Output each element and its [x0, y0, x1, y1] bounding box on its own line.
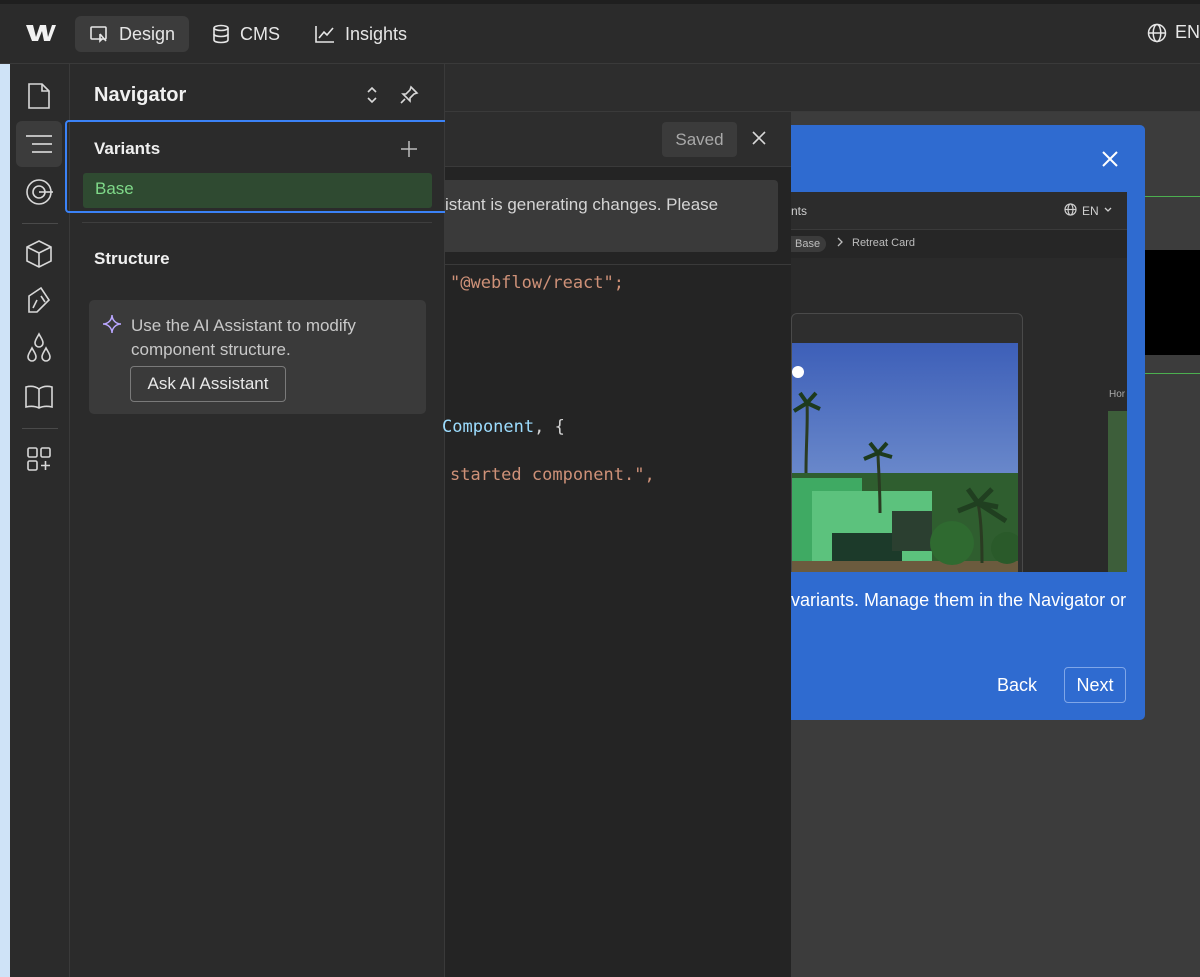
navigator-title: Navigator: [94, 84, 187, 106]
top-bar: Design CMS Insights EN: [0, 0, 1200, 64]
saved-status-badge: Saved: [662, 122, 737, 157]
webflow-logo-icon[interactable]: [25, 22, 57, 44]
villa-photo: [792, 343, 1018, 572]
left-rail: [0, 64, 70, 977]
preview-side-label: Hor: [1109, 389, 1126, 400]
preview-topbar: nts EN: [791, 192, 1127, 230]
tab-insights[interactable]: Insights: [301, 16, 421, 52]
globe-icon: [1147, 23, 1167, 43]
rail-divider: [22, 223, 58, 224]
expand-collapse-icon[interactable]: [365, 85, 379, 105]
ai-assistant-card: Use the AI Assistant to modify component…: [89, 300, 426, 414]
preview-chevron-down-icon: [1104, 207, 1112, 213]
pin-icon[interactable]: [399, 85, 419, 105]
preview-breadcrumb: Base Retreat Card: [791, 230, 1127, 258]
tab-cms-label: CMS: [240, 23, 280, 44]
top-edge: [0, 0, 1200, 4]
code-type: Component: [442, 417, 535, 437]
ask-ai-assistant-button[interactable]: Ask AI Assistant: [130, 366, 286, 402]
preview-crumb-badge: Base: [791, 236, 827, 252]
language-label: EN: [1175, 22, 1200, 42]
styles-icon[interactable]: [16, 278, 62, 324]
preview-top-text: nts: [791, 204, 808, 218]
preview-card-frame: [791, 313, 1023, 572]
structure-title: Structure: [94, 249, 170, 268]
ai-generating-message: istant is generating changes. Please: [445, 180, 778, 252]
preview-language: EN: [1082, 204, 1099, 218]
variant-item-base[interactable]: Base: [83, 173, 432, 208]
variants-title: Variants: [94, 139, 161, 158]
section-divider: [82, 222, 432, 223]
window-edge: [0, 64, 10, 977]
back-button[interactable]: Back: [997, 668, 1037, 702]
canvas-guide-line-2: [1145, 373, 1200, 374]
variables-icon[interactable]: [16, 325, 62, 371]
code-string-2: started component.",: [450, 465, 655, 485]
pages-icon[interactable]: [16, 73, 62, 119]
chart-line-icon: [315, 25, 335, 43]
sparkle-icon: [102, 314, 122, 334]
database-icon: [212, 24, 230, 44]
navigator-panel: Navigator Variants Base Structure Use th…: [65, 64, 449, 977]
design-cursor-icon: [89, 24, 109, 44]
library-icon[interactable]: [16, 374, 62, 420]
rail-divider-2: [22, 428, 58, 429]
dialog-close-icon[interactable]: [1101, 150, 1119, 168]
code-panel: Saved istant is generating changes. Plea…: [442, 112, 791, 977]
preview-chevron-right-icon: [837, 237, 843, 247]
tab-insights-label: Insights: [345, 23, 408, 44]
tab-design-label: Design: [119, 23, 176, 44]
apps-icon[interactable]: [16, 436, 62, 482]
close-icon[interactable]: [751, 130, 767, 146]
add-variant-icon[interactable]: [400, 140, 418, 158]
code-string: "@webflow/react";: [450, 273, 624, 293]
preview-crumb-current: Retreat Card: [852, 237, 915, 249]
language-switcher[interactable]: EN: [1147, 22, 1200, 43]
code-line-import: "@webflow/react";: [450, 273, 624, 293]
navigator-icon[interactable]: [16, 121, 62, 167]
code-line-declare: Component, {: [442, 417, 565, 437]
code-divider: [445, 264, 791, 265]
assets-box-icon[interactable]: [16, 231, 62, 277]
code-panel-header: Saved: [445, 112, 791, 167]
code-line-description: started component.",: [450, 465, 655, 485]
onboarding-dialog: nts EN Base Retreat Card Hor variants. M…: [791, 125, 1145, 720]
components-icon[interactable]: [16, 169, 62, 215]
tab-design[interactable]: Design: [75, 16, 190, 52]
dialog-body-text: variants. Manage them in the Navigator o…: [791, 590, 1127, 610]
editor-toolbar: [445, 64, 1200, 112]
next-button[interactable]: Next: [1064, 667, 1126, 703]
preview-card-peek: [1108, 411, 1127, 572]
ai-assistant-message: Use the AI Assistant to modify component…: [131, 316, 356, 359]
tutorial-preview-image: nts EN Base Retreat Card Hor: [791, 192, 1127, 572]
code-punctuation: , {: [534, 417, 565, 437]
preview-globe-icon: [1064, 203, 1077, 216]
tab-cms[interactable]: CMS: [198, 16, 294, 52]
